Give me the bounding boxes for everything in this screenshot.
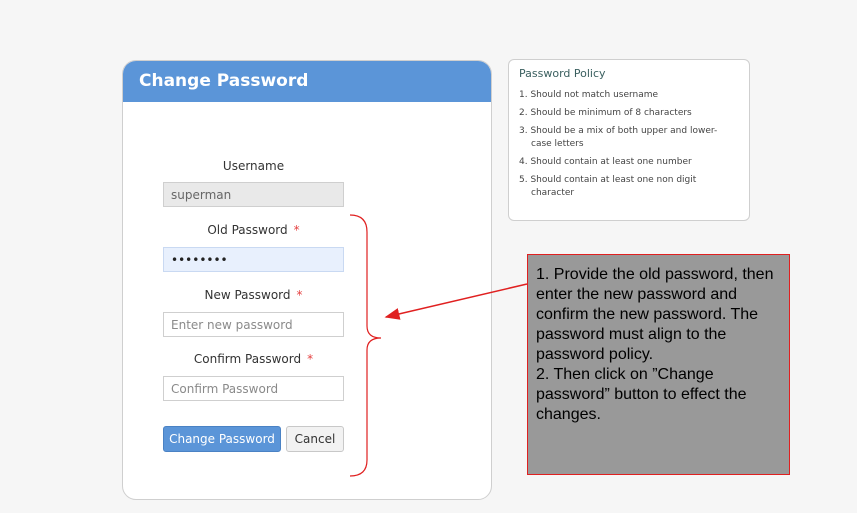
policy-item: 1. Should not match username	[519, 90, 659, 100]
policy-list: 1. Should not match username 2. Should b…	[519, 89, 731, 205]
card-title: Change Password	[123, 61, 491, 102]
old-password-label: Old Password *	[207, 223, 300, 237]
new-password-label: New Password *	[204, 288, 303, 302]
change-password-button[interactable]: Change Password	[163, 426, 281, 452]
required-marker: *	[307, 352, 314, 366]
confirm-password-label: Confirm Password *	[193, 352, 314, 366]
username-label: Username	[222, 159, 285, 173]
policy-title: Password Policy	[519, 67, 606, 80]
required-marker: *	[296, 288, 303, 302]
username-field[interactable]	[163, 182, 344, 207]
policy-item: 2. Should be minimum of 8 characters	[519, 108, 692, 118]
policy-item: 4. Should contain at least one number	[519, 157, 692, 167]
confirm-password-field[interactable]	[163, 376, 344, 401]
old-password-field[interactable]	[163, 247, 344, 272]
new-password-field[interactable]	[163, 312, 344, 337]
policy-item: 3. Should be a mix of both upper and low…	[519, 126, 718, 149]
instruction-callout: 1. Provide the old password, then enter …	[527, 254, 790, 475]
cancel-button[interactable]: Cancel	[286, 426, 344, 452]
change-password-card: Change Password Username Old Password* N…	[122, 60, 492, 500]
password-policy-panel: Password Policy 1. Should not match user…	[508, 59, 750, 221]
required-marker: *	[293, 223, 300, 237]
policy-item: 5. Should contain at least one non digit…	[519, 175, 697, 198]
